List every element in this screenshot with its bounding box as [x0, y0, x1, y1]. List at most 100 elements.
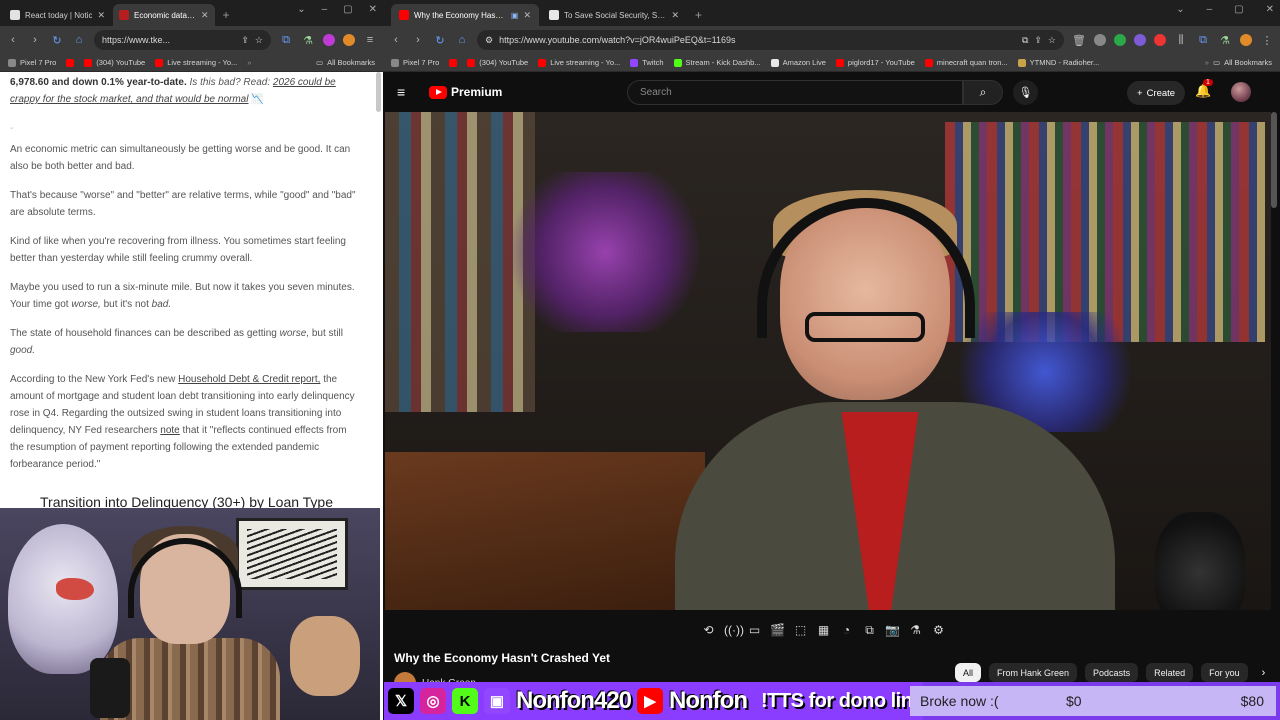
page-scrollbar[interactable] [1271, 112, 1277, 208]
all-bookmarks[interactable]: ▭ All Bookmarks [316, 58, 375, 67]
tab-search-icon[interactable]: ⌄ [297, 4, 305, 15]
create-button[interactable]: + Create [1127, 81, 1186, 105]
extension-grey-icon[interactable] [1094, 34, 1106, 46]
search-button[interactable]: ⌕ [963, 80, 1003, 105]
settings-icon[interactable]: ⚙ [931, 623, 946, 637]
bookmark-item[interactable] [449, 58, 458, 67]
note-link[interactable]: note [160, 425, 179, 436]
close-tab-icon[interactable]: ✕ [523, 10, 531, 21]
minimize-icon[interactable]: – [322, 4, 328, 15]
extension-icon[interactable]: ⧉ [279, 34, 293, 47]
pip-icon[interactable]: ⧉ [862, 623, 877, 638]
grid-icon[interactable]: ▦ [816, 623, 831, 637]
share-icon[interactable]: ⇪ [1034, 35, 1042, 46]
camera-icon[interactable]: 📷 [885, 623, 900, 637]
bookmark-star-icon[interactable]: ☆ [1048, 35, 1056, 46]
extension-purple-icon[interactable] [323, 34, 335, 46]
youtube-tab[interactable]: Why the Economy Hasn't C ▣ ✕ [391, 4, 539, 26]
forward-icon[interactable]: › [28, 34, 42, 46]
menu-icon[interactable]: ≡ [363, 34, 377, 46]
bookmark-item[interactable]: Stream - Kick Dashb... [673, 58, 761, 67]
close-tab-icon[interactable]: ✕ [97, 10, 105, 21]
close-tab-icon[interactable]: ✕ [201, 10, 209, 21]
household-debt-link[interactable]: Household Debt & Credit report, [178, 374, 320, 385]
extension-violet-icon[interactable] [1134, 34, 1146, 46]
close-window-icon[interactable]: ✕ [369, 4, 377, 15]
bookmark-item[interactable]: YTMND - Radioher... [1017, 58, 1099, 67]
video-player[interactable] [385, 112, 1271, 610]
trash-icon[interactable]: 🗑 [1072, 34, 1086, 47]
new-tab-button[interactable]: + [217, 4, 236, 26]
site-info-icon[interactable]: ⚙ [485, 35, 493, 46]
tab-search-icon[interactable]: ⌄ [1176, 4, 1184, 15]
maximize-icon[interactable]: ▢ [1234, 4, 1243, 15]
extension-icon[interactable]: ⧉ [1196, 34, 1210, 47]
new-tab-button[interactable]: + [689, 4, 708, 26]
bookmark-item[interactable]: (304) YouTube [467, 58, 528, 67]
tab-title: React today | Notic [25, 10, 93, 20]
page-scrollbar[interactable] [376, 72, 381, 112]
bookmark-item[interactable]: Live streaming - Yo... [538, 58, 620, 67]
bookmark-item[interactable]: Pixel 7 Pro [8, 58, 56, 67]
chevron-right-icon[interactable]: › [1262, 667, 1266, 679]
bookmark-item[interactable]: (304) YouTube [84, 58, 145, 67]
sliders-icon[interactable]: ⫼ [1174, 34, 1188, 47]
audio-icon[interactable]: ((·)) [724, 623, 744, 637]
bookmark-item[interactable]: minecraft quan tron... [924, 58, 1008, 67]
chip-podcasts[interactable]: Podcasts [1085, 663, 1139, 682]
left-tab-economic[interactable]: Economic data can ✕ [113, 4, 215, 26]
close-window-icon[interactable]: ✕ [1266, 4, 1274, 15]
forward-icon[interactable]: › [411, 34, 425, 46]
profile-avatar-icon[interactable] [343, 34, 355, 46]
bookmark-item[interactable] [66, 58, 75, 67]
crop-icon[interactable]: ⬚ [793, 623, 808, 637]
bookmark-item[interactable]: piglord17 - YouTube [835, 58, 915, 67]
bookmark-item[interactable]: Twitch [630, 58, 664, 67]
voice-search-button[interactable]: 🎙 [1013, 80, 1038, 105]
back-icon[interactable]: ‹ [389, 34, 403, 46]
bookmark-item[interactable]: Live streaming - Yo... [155, 58, 237, 67]
address-bar[interactable]: https://www.tke... ⇪ ☆ [94, 30, 271, 50]
extension-green-icon[interactable] [1114, 34, 1126, 46]
search-input[interactable]: Search [627, 80, 963, 105]
flask-icon[interactable]: ⚗ [908, 623, 923, 637]
hamburger-menu-icon[interactable]: ≡ [397, 84, 415, 100]
video-bookshelf [945, 122, 1265, 342]
reload-icon[interactable]: ↻ [50, 34, 64, 47]
clapper-icon[interactable]: 🎬 [770, 623, 785, 637]
chip-all[interactable]: All [955, 663, 982, 682]
bookmark-star-icon[interactable]: ☆ [255, 35, 263, 46]
cast-icon[interactable]: ⧉ [1022, 35, 1028, 46]
home-icon[interactable]: ⌂ [455, 34, 469, 46]
profile-avatar-icon[interactable] [1240, 34, 1252, 46]
chip-related[interactable]: Related [1146, 663, 1194, 682]
screen-icon[interactable]: ▭ [747, 623, 762, 637]
lab-icon[interactable]: ⚗ [1218, 34, 1232, 47]
chip-for-you[interactable]: For you [1201, 663, 1248, 682]
social-security-tab[interactable]: To Save Social Security, Stop Sl ✕ [541, 4, 687, 26]
back-icon[interactable]: ‹ [6, 34, 20, 46]
bookmark-item[interactable]: Amazon Live [770, 58, 826, 67]
bookmark-item[interactable]: » [247, 58, 251, 67]
plush-toy [8, 524, 118, 674]
share-icon[interactable]: ⇪ [241, 35, 249, 46]
audio-icon[interactable]: ▣ [511, 11, 519, 20]
bookmark-item[interactable]: Pixel 7 Pro [391, 58, 439, 67]
account-avatar[interactable] [1231, 82, 1251, 102]
lab-icon[interactable]: ⚗ [301, 34, 315, 47]
speed-icon[interactable]: ◔ [839, 623, 854, 637]
close-tab-icon[interactable]: ✕ [671, 10, 679, 21]
youtube-logo[interactable]: Premium [429, 85, 502, 99]
all-bookmarks[interactable]: » ▭ All Bookmarks [1205, 58, 1272, 67]
address-bar[interactable]: ⚙ https://www.youtube.com/watch?v=jOR4wu… [477, 30, 1064, 50]
menu-icon[interactable]: ⋮ [1260, 34, 1274, 47]
maximize-icon[interactable]: ▢ [343, 4, 352, 15]
notifications-button[interactable]: 🔔 1 [1195, 79, 1213, 99]
reload-icon[interactable]: ↻ [433, 34, 447, 47]
chip-from-channel[interactable]: From Hank Green [989, 663, 1078, 682]
home-icon[interactable]: ⌂ [72, 34, 86, 46]
minimize-icon[interactable]: – [1207, 4, 1213, 15]
left-tab-react[interactable]: React today | Notic ✕ [4, 4, 111, 26]
loop-icon[interactable]: ⟲ [701, 623, 716, 637]
youtube-ext-icon[interactable] [1154, 34, 1166, 46]
